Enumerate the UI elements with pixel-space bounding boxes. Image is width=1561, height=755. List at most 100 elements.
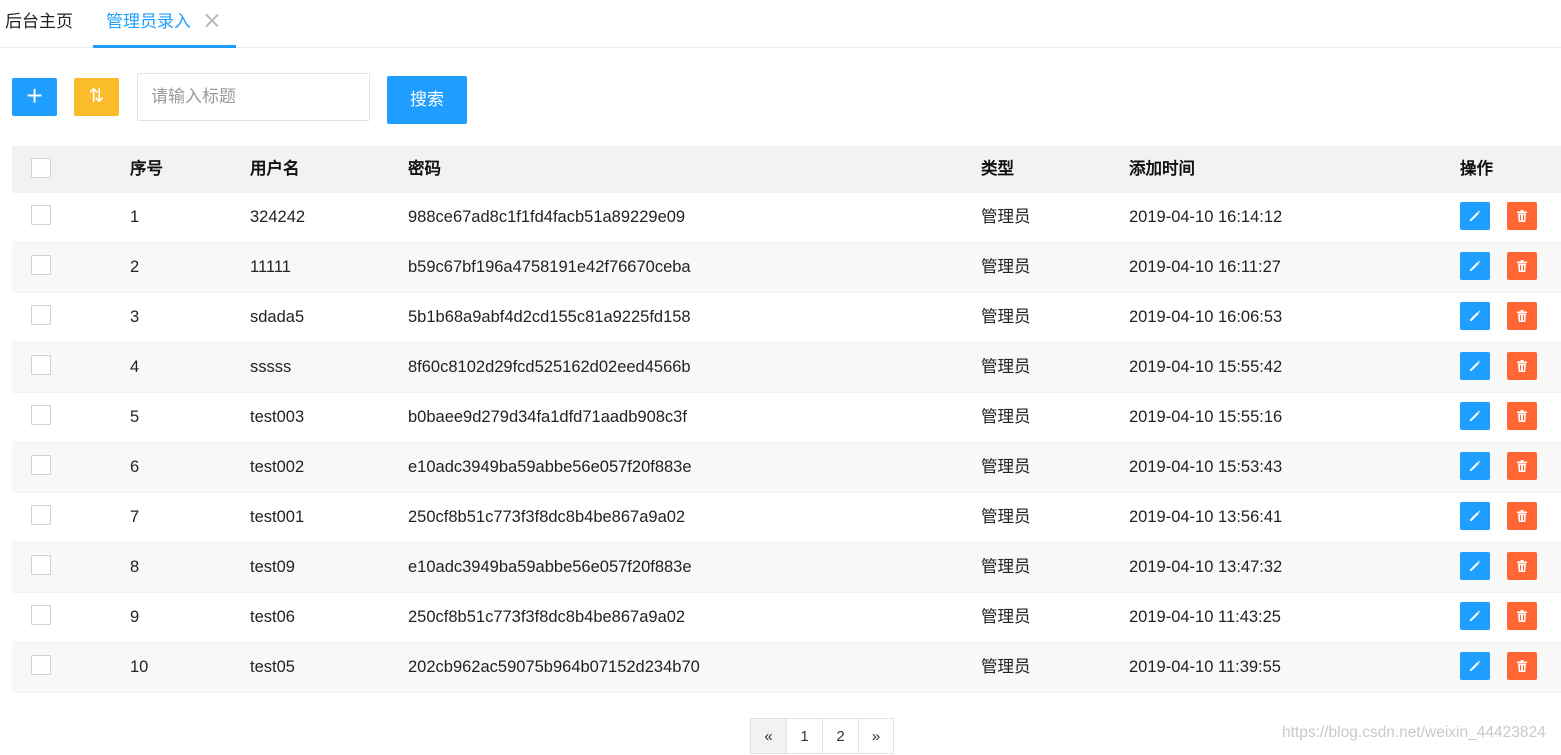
pagination-page-2[interactable]: 2 <box>822 718 859 754</box>
edit-button[interactable] <box>1460 602 1490 630</box>
row-checkbox[interactable] <box>31 455 51 475</box>
cell-added-time: 2019-04-10 11:39:55 <box>1129 658 1281 676</box>
row-checkbox[interactable] <box>31 605 51 625</box>
watermark: https://blog.csdn.net/weixin_44423824 <box>1282 724 1546 741</box>
trash-icon <box>1515 459 1529 473</box>
row-checkbox[interactable] <box>31 205 51 225</box>
pagination-prev[interactable]: « <box>750 718 787 754</box>
cell-type: 管理员 <box>981 558 1031 576</box>
header-actions: 操作 <box>1460 160 1493 178</box>
edit-button[interactable] <box>1460 202 1490 230</box>
delete-button[interactable] <box>1507 652 1537 680</box>
row-checkbox[interactable] <box>31 655 51 675</box>
cell-password: 5b1b68a9abf4d2cd155c81a9225fd158 <box>408 308 691 326</box>
cell-id: 2 <box>130 258 140 276</box>
trash-icon <box>1515 259 1529 273</box>
select-all-checkbox[interactable] <box>31 158 51 178</box>
table-row: 7 test001 250cf8b51c773f3f8dc8b4be867a9a02… <box>12 493 1561 543</box>
delete-button[interactable] <box>1507 502 1537 530</box>
cell-type: 管理员 <box>981 408 1031 426</box>
row-checkbox[interactable] <box>31 555 51 575</box>
edit-button[interactable] <box>1460 502 1490 530</box>
pencil-icon <box>1468 659 1482 673</box>
table-row: 3 sdada5 5b1b68a9abf4d2cd155c81a9225fd158 管… <box>12 293 1561 343</box>
cell-added-time: 2019-04-10 15:55:42 <box>1129 358 1283 376</box>
cell-password: b59c67bf196a4758191e42f76670ceba <box>408 258 691 276</box>
edit-button[interactable] <box>1460 552 1490 580</box>
row-checkbox[interactable] <box>31 355 51 375</box>
cell-username: test003 <box>250 408 305 426</box>
trash-icon <box>1515 509 1529 523</box>
delete-button[interactable] <box>1507 252 1537 280</box>
cell-username: test001 <box>250 508 305 526</box>
delete-button[interactable] <box>1507 402 1537 430</box>
active-tab-indicator <box>93 45 236 48</box>
sort-button[interactable]: ⇅ <box>74 78 119 116</box>
row-checkbox[interactable] <box>31 405 51 425</box>
table-row: 1 324242 988ce67ad8c1f1fd4facb51a89229e09 管… <box>12 193 1561 243</box>
add-button[interactable]: + <box>12 78 57 116</box>
cell-password: 202cb962ac59075b964b07152d234b70 <box>408 658 700 676</box>
row-checkbox[interactable] <box>31 255 51 275</box>
table-row: 4 sssss 8f60c8102d29fcd525162d02eed4566b 管理… <box>12 343 1561 393</box>
pencil-icon <box>1468 559 1482 573</box>
cell-username: test05 <box>250 658 295 676</box>
table-row: 8 test09 e10adc3949ba59abbe56e057f20f883e 管… <box>12 543 1561 593</box>
pencil-icon <box>1468 409 1482 423</box>
delete-button[interactable] <box>1507 552 1537 580</box>
search-button[interactable]: 搜索 <box>387 76 467 124</box>
cell-password: b0baee9d279d34fa1dfd71aadb908c3f <box>408 408 687 426</box>
trash-icon <box>1515 359 1529 373</box>
delete-button[interactable] <box>1507 452 1537 480</box>
cell-id: 5 <box>130 408 140 426</box>
pagination-next[interactable]: » <box>858 718 894 754</box>
delete-button[interactable] <box>1507 602 1537 630</box>
delete-button[interactable] <box>1507 302 1537 330</box>
row-checkbox[interactable] <box>31 305 51 325</box>
cell-password: 250cf8b51c773f3f8dc8b4be867a9a02 <box>408 608 686 626</box>
table-row: 9 test06 250cf8b51c773f3f8dc8b4be867a9a02 管… <box>12 593 1561 643</box>
table-row: 2 11111 b59c67bf196a4758191e42f76670ceba 管理… <box>12 243 1561 293</box>
delete-button[interactable] <box>1507 202 1537 230</box>
cell-added-time: 2019-04-10 16:14:12 <box>1129 208 1283 226</box>
pencil-icon <box>1468 259 1482 273</box>
admin-table: 序号 用户名 密码 类型 添加时间 操作 1 324242 988ce67ad8c1… <box>12 146 1561 693</box>
cell-password: 250cf8b51c773f3f8dc8b4be867a9a02 <box>408 508 686 526</box>
cell-type: 管理员 <box>981 308 1031 326</box>
edit-button[interactable] <box>1460 402 1490 430</box>
edit-button[interactable] <box>1460 252 1490 280</box>
cell-added-time: 2019-04-10 15:53:43 <box>1129 458 1283 476</box>
cell-type: 管理员 <box>981 508 1031 526</box>
edit-button[interactable] <box>1460 652 1490 680</box>
cell-username: test09 <box>250 558 295 576</box>
pencil-icon <box>1468 459 1482 473</box>
edit-button[interactable] <box>1460 452 1490 480</box>
cell-username: test06 <box>250 608 295 626</box>
cell-id: 3 <box>130 308 140 326</box>
cell-type: 管理员 <box>981 208 1031 226</box>
pagination: « 1 2 » <box>750 718 894 754</box>
pencil-icon <box>1468 309 1482 323</box>
cell-username: 11111 <box>250 258 291 276</box>
pencil-icon <box>1468 209 1482 223</box>
close-icon[interactable] <box>205 13 219 27</box>
cell-id: 9 <box>130 608 140 626</box>
header-added-time: 添加时间 <box>1129 160 1195 178</box>
table-row: 5 test003 b0baee9d279d34fa1dfd71aadb908c3f… <box>12 393 1561 443</box>
cell-id: 8 <box>130 558 140 576</box>
cell-added-time: 2019-04-10 13:56:41 <box>1129 508 1283 526</box>
search-input[interactable] <box>137 73 370 121</box>
sort-arrows-icon: ⇅ <box>88 86 105 107</box>
cell-type: 管理员 <box>981 458 1031 476</box>
cell-added-time: 2019-04-10 13:47:32 <box>1129 558 1283 576</box>
tab-admin-entry[interactable]: 管理员录入 <box>93 0 236 48</box>
tab-home[interactable]: 后台主页 <box>5 0 73 47</box>
cell-password: 988ce67ad8c1f1fd4facb51a89229e09 <box>408 208 686 226</box>
delete-button[interactable] <box>1507 352 1537 380</box>
pagination-page-1[interactable]: 1 <box>786 718 823 754</box>
edit-button[interactable] <box>1460 352 1490 380</box>
row-checkbox[interactable] <box>31 505 51 525</box>
edit-button[interactable] <box>1460 302 1490 330</box>
cell-id: 6 <box>130 458 140 476</box>
cell-type: 管理员 <box>981 358 1031 376</box>
